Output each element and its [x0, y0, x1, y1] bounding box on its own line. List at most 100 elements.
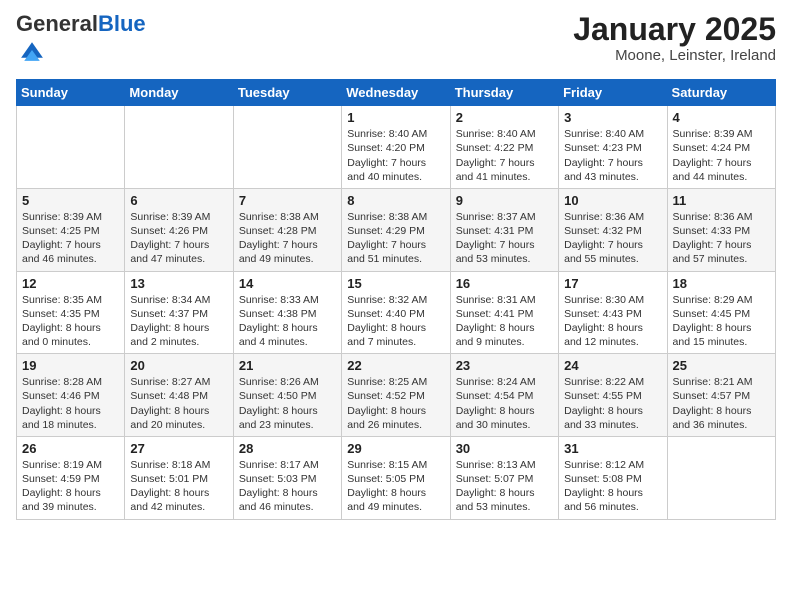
header-row: SundayMondayTuesdayWednesdayThursdayFrid… [17, 80, 776, 106]
empty-cell [667, 436, 775, 519]
day-number: 16 [456, 276, 553, 291]
day-info: Sunrise: 8:39 AM Sunset: 4:26 PM Dayligh… [130, 210, 227, 267]
day-number: 3 [564, 110, 661, 125]
day-info: Sunrise: 8:32 AM Sunset: 4:40 PM Dayligh… [347, 293, 444, 350]
day-cell-6: 6Sunrise: 8:39 AM Sunset: 4:26 PM Daylig… [125, 188, 233, 271]
week-row-4: 19 Sunrise: 8:28 AM Sunset: 4:46 PM Dayli… [17, 354, 776, 437]
calendar-page: GeneralBlue January 2025 Moone, Leinster… [0, 0, 792, 612]
day-header-monday: Monday [125, 80, 233, 106]
day-number: 9 [456, 193, 553, 208]
day-cell-8: 8Sunrise: 8:38 AM Sunset: 4:29 PM Daylig… [342, 188, 450, 271]
day-number: 28 [239, 441, 336, 456]
day-number: 7 [239, 193, 336, 208]
logo-general: General [16, 11, 98, 36]
day-info: Sunrise: 8:27 AM Sunset: 4:48 PM Dayligh… [130, 375, 227, 432]
day-cell-24: 24 Sunrise: 8:22 AM Sunset: 4:55 PM Dayli… [559, 354, 667, 437]
day-cell-26: 26Sunrise: 8:19 AM Sunset: 4:59 PM Dayli… [17, 436, 125, 519]
day-info: Sunrise: 8:19 AM Sunset: 4:59 PM Dayligh… [22, 458, 119, 515]
logo: GeneralBlue [16, 12, 146, 69]
day-info: Sunrise: 8:38 AM Sunset: 4:28 PM Dayligh… [239, 210, 336, 267]
day-number: 1 [347, 110, 444, 125]
day-number: 27 [130, 441, 227, 456]
day-info: Sunrise: 8:34 AM Sunset: 4:37 PM Dayligh… [130, 293, 227, 350]
day-info: Sunrise: 8:17 AM Sunset: 5:03 PM Dayligh… [239, 458, 336, 515]
day-number: 18 [673, 276, 770, 291]
day-info: Sunrise: 8:40 AM Sunset: 4:20 PM Dayligh… [347, 127, 444, 184]
day-cell-3: 3 Sunrise: 8:40 AM Sunset: 4:23 PM Daylig… [559, 106, 667, 189]
day-number: 17 [564, 276, 661, 291]
day-number: 25 [673, 358, 770, 373]
empty-cell [17, 106, 125, 189]
day-info: Sunrise: 8:38 AM Sunset: 4:29 PM Dayligh… [347, 210, 444, 267]
day-info: Sunrise: 8:30 AM Sunset: 4:43 PM Dayligh… [564, 293, 661, 350]
day-number: 12 [22, 276, 119, 291]
day-cell-19: 19 Sunrise: 8:28 AM Sunset: 4:46 PM Dayli… [17, 354, 125, 437]
day-info: Sunrise: 8:36 AM Sunset: 4:32 PM Dayligh… [564, 210, 661, 267]
empty-cell [125, 106, 233, 189]
week-row-5: 26Sunrise: 8:19 AM Sunset: 4:59 PM Dayli… [17, 436, 776, 519]
day-header-tuesday: Tuesday [233, 80, 341, 106]
logo-text: GeneralBlue [16, 12, 146, 36]
week-row-2: 5 Sunrise: 8:39 AM Sunset: 4:25 PM Daylig… [17, 188, 776, 271]
day-cell-25: 25 Sunrise: 8:21 AM Sunset: 4:57 PM Dayli… [667, 354, 775, 437]
day-cell-12: 12 Sunrise: 8:35 AM Sunset: 4:35 PM Dayli… [17, 271, 125, 354]
day-info: Sunrise: 8:31 AM Sunset: 4:41 PM Dayligh… [456, 293, 553, 350]
day-info: Sunrise: 8:40 AM Sunset: 4:23 PM Dayligh… [564, 127, 661, 184]
day-info: Sunrise: 8:22 AM Sunset: 4:55 PM Dayligh… [564, 375, 661, 432]
day-info: Sunrise: 8:13 AM Sunset: 5:07 PM Dayligh… [456, 458, 553, 515]
day-number: 29 [347, 441, 444, 456]
day-number: 24 [564, 358, 661, 373]
day-cell-9: 9 Sunrise: 8:37 AM Sunset: 4:31 PM Daylig… [450, 188, 558, 271]
day-number: 20 [130, 358, 227, 373]
day-info: Sunrise: 8:36 AM Sunset: 4:33 PM Dayligh… [673, 210, 770, 267]
day-info: Sunrise: 8:15 AM Sunset: 5:05 PM Dayligh… [347, 458, 444, 515]
day-info: Sunrise: 8:26 AM Sunset: 4:50 PM Dayligh… [239, 375, 336, 432]
day-cell-28: 28 Sunrise: 8:17 AM Sunset: 5:03 PM Dayli… [233, 436, 341, 519]
day-number: 30 [456, 441, 553, 456]
day-header-friday: Friday [559, 80, 667, 106]
day-number: 4 [673, 110, 770, 125]
day-cell-7: 7 Sunrise: 8:38 AM Sunset: 4:28 PM Daylig… [233, 188, 341, 271]
week-row-1: 1 Sunrise: 8:40 AM Sunset: 4:20 PM Daylig… [17, 106, 776, 189]
day-cell-15: 15 Sunrise: 8:32 AM Sunset: 4:40 PM Dayli… [342, 271, 450, 354]
empty-cell [233, 106, 341, 189]
day-info: Sunrise: 8:18 AM Sunset: 5:01 PM Dayligh… [130, 458, 227, 515]
day-info: Sunrise: 8:24 AM Sunset: 4:54 PM Dayligh… [456, 375, 553, 432]
day-info: Sunrise: 8:29 AM Sunset: 4:45 PM Dayligh… [673, 293, 770, 350]
day-info: Sunrise: 8:12 AM Sunset: 5:08 PM Dayligh… [564, 458, 661, 515]
day-cell-1: 1 Sunrise: 8:40 AM Sunset: 4:20 PM Daylig… [342, 106, 450, 189]
day-info: Sunrise: 8:39 AM Sunset: 4:25 PM Dayligh… [22, 210, 119, 267]
day-number: 10 [564, 193, 661, 208]
day-cell-20: 20 Sunrise: 8:27 AM Sunset: 4:48 PM Dayli… [125, 354, 233, 437]
day-cell-2: 2 Sunrise: 8:40 AM Sunset: 4:22 PM Daylig… [450, 106, 558, 189]
day-cell-30: 30 Sunrise: 8:13 AM Sunset: 5:07 PM Dayli… [450, 436, 558, 519]
day-cell-13: 13Sunrise: 8:34 AM Sunset: 4:37 PM Dayli… [125, 271, 233, 354]
day-number: 5 [22, 193, 119, 208]
day-info: Sunrise: 8:39 AM Sunset: 4:24 PM Dayligh… [673, 127, 770, 184]
day-info: Sunrise: 8:35 AM Sunset: 4:35 PM Dayligh… [22, 293, 119, 350]
day-cell-22: 22Sunrise: 8:25 AM Sunset: 4:52 PM Dayli… [342, 354, 450, 437]
day-info: Sunrise: 8:21 AM Sunset: 4:57 PM Dayligh… [673, 375, 770, 432]
day-cell-27: 27 Sunrise: 8:18 AM Sunset: 5:01 PM Dayli… [125, 436, 233, 519]
day-cell-16: 16 Sunrise: 8:31 AM Sunset: 4:41 PM Dayli… [450, 271, 558, 354]
day-cell-4: 4 Sunrise: 8:39 AM Sunset: 4:24 PM Daylig… [667, 106, 775, 189]
day-number: 21 [239, 358, 336, 373]
day-number: 19 [22, 358, 119, 373]
day-number: 2 [456, 110, 553, 125]
day-info: Sunrise: 8:37 AM Sunset: 4:31 PM Dayligh… [456, 210, 553, 267]
week-row-3: 12 Sunrise: 8:35 AM Sunset: 4:35 PM Dayli… [17, 271, 776, 354]
calendar-title: January 2025 [573, 12, 776, 47]
day-number: 22 [347, 358, 444, 373]
day-cell-29: 29 Sunrise: 8:15 AM Sunset: 5:05 PM Dayli… [342, 436, 450, 519]
title-block: January 2025 Moone, Leinster, Ireland [573, 12, 776, 64]
logo-icon [18, 36, 46, 64]
day-number: 23 [456, 358, 553, 373]
day-info: Sunrise: 8:28 AM Sunset: 4:46 PM Dayligh… [22, 375, 119, 432]
day-number: 14 [239, 276, 336, 291]
day-info: Sunrise: 8:40 AM Sunset: 4:22 PM Dayligh… [456, 127, 553, 184]
day-number: 15 [347, 276, 444, 291]
day-info: Sunrise: 8:33 AM Sunset: 4:38 PM Dayligh… [239, 293, 336, 350]
day-cell-21: 21 Sunrise: 8:26 AM Sunset: 4:50 PM Dayli… [233, 354, 341, 437]
day-cell-31: 31Sunrise: 8:12 AM Sunset: 5:08 PM Dayli… [559, 436, 667, 519]
day-header-saturday: Saturday [667, 80, 775, 106]
